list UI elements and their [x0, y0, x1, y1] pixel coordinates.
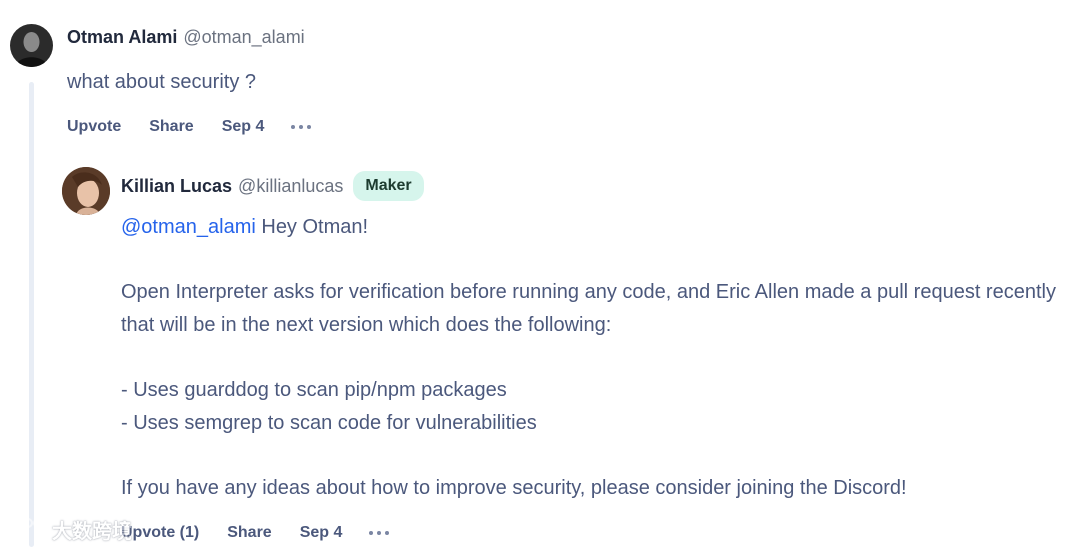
reply-author-row: Killian Lucas @killianlucas Maker — [121, 171, 424, 201]
author-name[interactable]: Killian Lucas — [121, 176, 232, 197]
upvote-button[interactable]: Upvote — [67, 118, 121, 136]
watermark-text: 大数跨境 — [52, 520, 132, 543]
reply-actions: Upvote (1) Share Sep 4 — [121, 524, 390, 542]
author-handle[interactable]: @killianlucas — [238, 176, 343, 197]
upvote-button[interactable]: Upvote (1) — [121, 524, 199, 542]
reply-greeting: Hey Otman! — [255, 216, 369, 238]
comment-author-row: Otman Alami @otman_alami — [67, 27, 305, 48]
comment-date[interactable]: Sep 4 — [222, 118, 265, 136]
reply-paragraph: Open Interpreter asks for verification b… — [121, 281, 1062, 336]
author-handle[interactable]: @otman_alami — [183, 27, 304, 48]
reply-text: @otman_alami Hey Otman! Open Interpreter… — [121, 211, 1076, 504]
watermark: 大数跨境 — [8, 514, 132, 544]
chat-bubble-logo-icon — [8, 514, 48, 544]
comment-text: what about security ? — [67, 71, 256, 93]
avatar[interactable] — [62, 167, 110, 215]
avatar[interactable] — [10, 24, 53, 67]
comment-actions: Upvote Share Sep 4 — [67, 118, 312, 136]
share-button[interactable]: Share — [227, 524, 271, 542]
comment-date[interactable]: Sep 4 — [300, 524, 343, 542]
maker-badge: Maker — [353, 171, 424, 201]
share-button[interactable]: Share — [149, 118, 193, 136]
mention-link[interactable]: @otman_alami — [121, 216, 256, 238]
thread-line — [29, 82, 34, 547]
author-name[interactable]: Otman Alami — [67, 27, 177, 48]
more-options-icon[interactable] — [369, 524, 390, 542]
reply-paragraph: If you have any ideas about how to impro… — [121, 476, 907, 499]
reply-paragraph: - Uses guarddog to scan pip/npm packages… — [121, 378, 537, 434]
more-options-icon[interactable] — [291, 118, 312, 136]
